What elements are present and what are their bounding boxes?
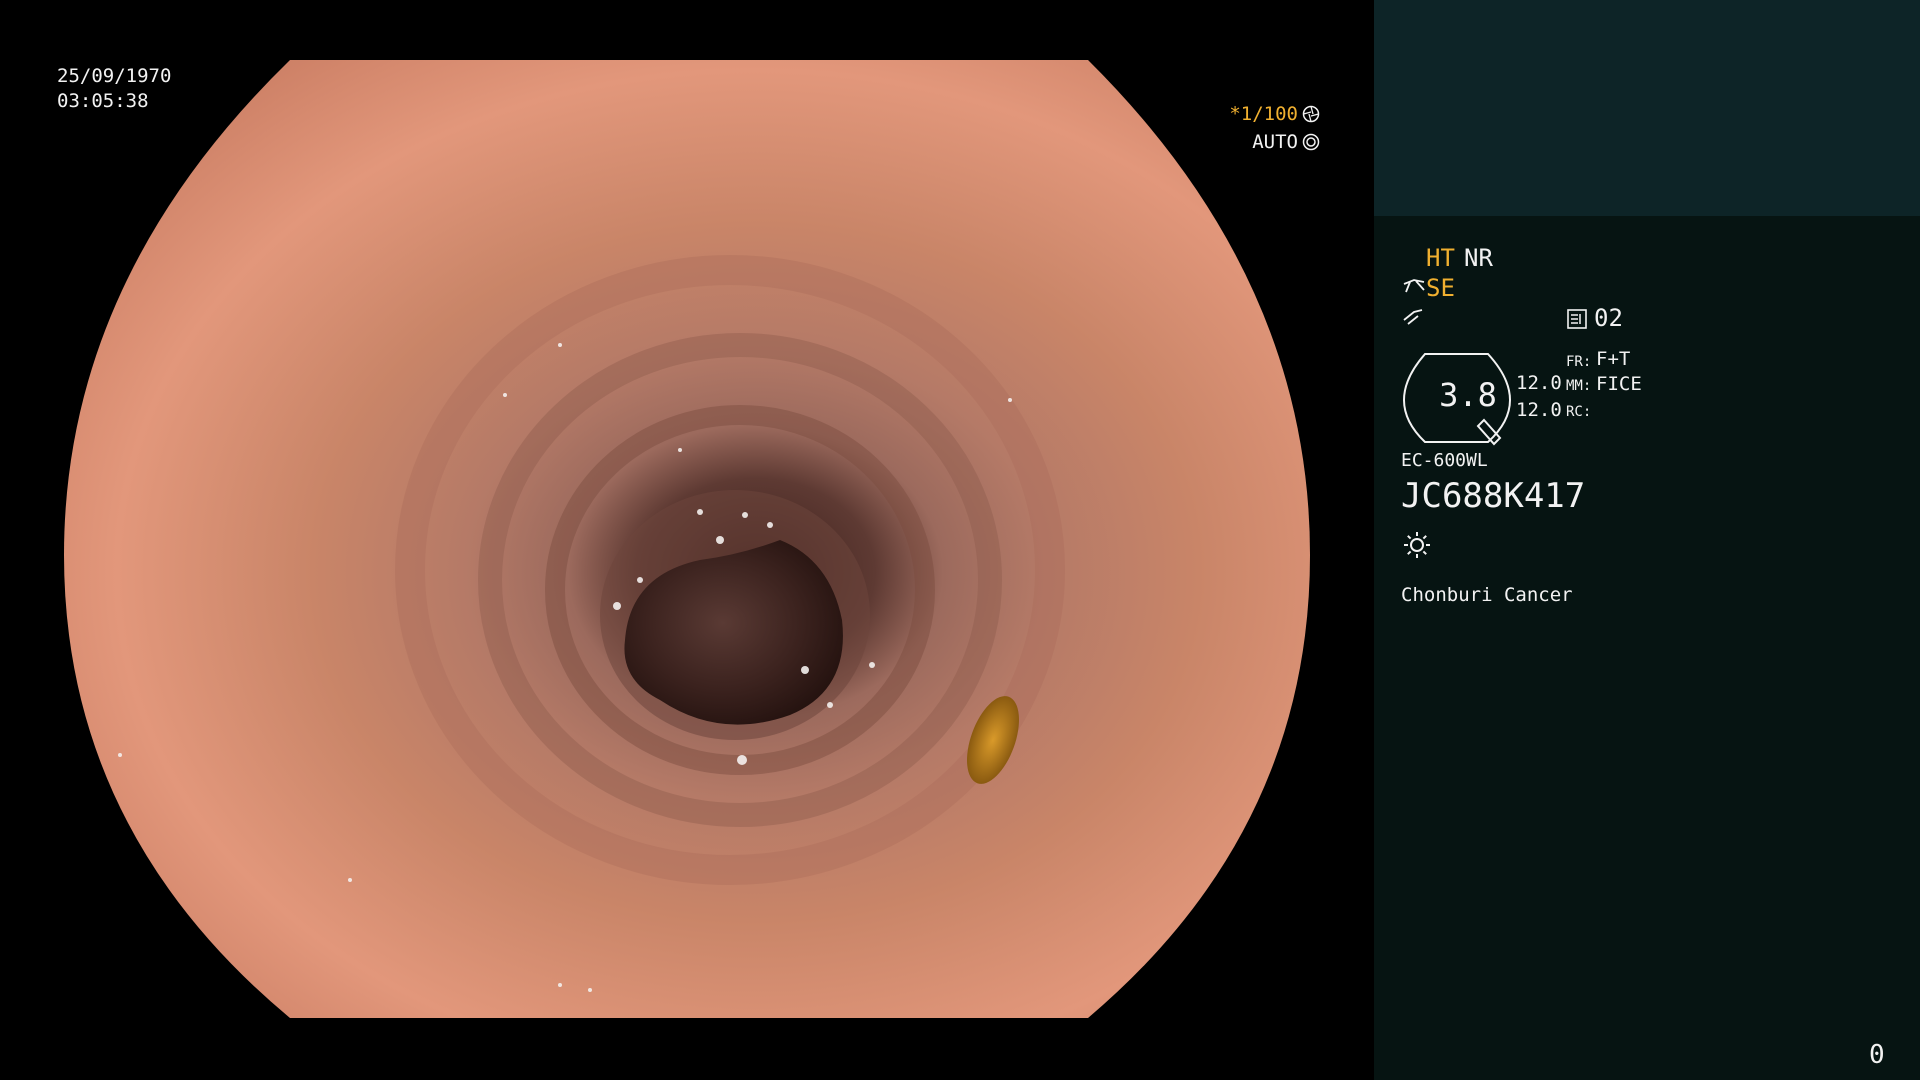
info-panel: HT NR SE 02 3.8 12.0 12.0 FR: F+T MM: FI…	[1374, 0, 1920, 1080]
nr-indicator: NR	[1464, 244, 1493, 272]
memory-number: 02	[1594, 304, 1623, 332]
memory-card-icon	[1567, 309, 1587, 329]
fr-value: F+T	[1596, 348, 1631, 370]
rc-label: RC:	[1566, 404, 1592, 420]
shutter-info: *1/100 AUTO	[1180, 100, 1320, 156]
mm-label: MM:	[1566, 378, 1592, 394]
image-counter: 0	[1869, 1040, 1885, 1070]
mm-value: FICE	[1596, 373, 1642, 395]
light-icon	[1404, 532, 1430, 558]
scope-enhance-icon	[1403, 279, 1425, 293]
ht-indicator: HT	[1426, 244, 1455, 272]
gauge-line-1: 12.0	[1516, 372, 1562, 394]
panel-header-area	[1374, 0, 1920, 216]
shutter-speed: *1/100	[1229, 103, 1298, 125]
hospital-name: Chonburi Cancer	[1401, 584, 1573, 606]
aperture-icon	[1302, 105, 1320, 123]
exam-date: 25/09/1970	[57, 65, 172, 87]
exam-time: 03:05:38	[57, 90, 149, 112]
gauge-line-2: 12.0	[1516, 399, 1562, 421]
endoscopic-image	[64, 60, 1310, 1018]
gauge-value: 3.8	[1439, 376, 1497, 414]
iris-icon	[1302, 133, 1320, 151]
se-indicator: SE	[1426, 274, 1455, 302]
edge-icon	[1403, 309, 1423, 325]
scope-model: EC-600WL	[1401, 450, 1488, 471]
scope-serial: JC688K417	[1401, 476, 1586, 516]
exposure-mode: AUTO	[1252, 131, 1298, 153]
fr-label: FR:	[1566, 354, 1592, 370]
endoscopy-screen: 25/09/1970 03:05:38 *1/100 AUTO HT NR SE…	[0, 0, 1920, 1080]
endoscope-view: 25/09/1970 03:05:38 *1/100 AUTO	[0, 0, 1374, 1080]
